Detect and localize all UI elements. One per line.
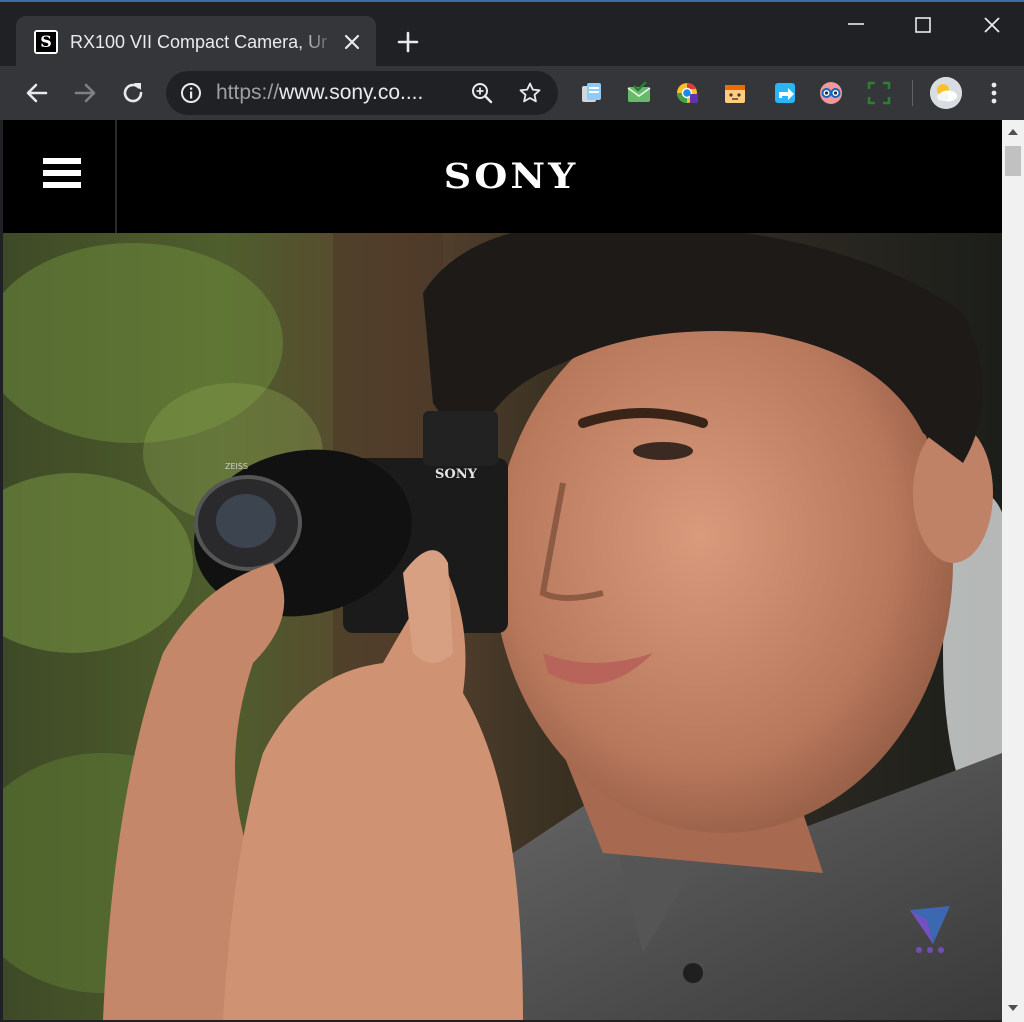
extension-chrome-shield-icon[interactable] bbox=[674, 80, 700, 106]
scroll-down-arrow-icon[interactable] bbox=[1002, 1000, 1024, 1016]
extension-screenshot-frame-icon[interactable] bbox=[866, 80, 892, 106]
arrow-right-icon[interactable] bbox=[70, 78, 100, 108]
hero-image: SONY ZEISS bbox=[3, 233, 1002, 1020]
header-divider bbox=[115, 120, 117, 233]
star-icon[interactable] bbox=[518, 81, 542, 105]
scroll-thumb[interactable] bbox=[1005, 146, 1021, 176]
minimize-window-icon[interactable] bbox=[836, 10, 876, 42]
zoom-icon[interactable] bbox=[470, 81, 494, 105]
hamburger-icon[interactable] bbox=[43, 158, 83, 190]
browser-titlebar: S RX100 VII Compact Camera, Ur bbox=[0, 0, 1024, 68]
profile-avatar[interactable] bbox=[930, 77, 962, 109]
close-window-icon[interactable] bbox=[972, 10, 1012, 42]
extension-mail-check-icon[interactable] bbox=[626, 80, 652, 106]
browser-toolbar: https://www.sony.co.... bbox=[0, 66, 1024, 120]
page-viewport: SONY SONY ZEISS bbox=[3, 120, 1002, 1020]
scroll-up-arrow-icon[interactable] bbox=[1002, 124, 1024, 140]
toolbar-separator bbox=[912, 80, 913, 106]
extension-clipboard-icon[interactable] bbox=[578, 80, 604, 106]
tab-title: RX100 VII Compact Camera, Ur bbox=[70, 32, 328, 52]
reload-icon[interactable] bbox=[118, 78, 148, 108]
sony-logo[interactable]: SONY bbox=[401, 155, 621, 196]
hero-photo-illustration: SONY ZEISS bbox=[3, 233, 1002, 1020]
extension-goggles-face-icon[interactable] bbox=[818, 80, 844, 106]
page-scrollbar[interactable] bbox=[1002, 120, 1024, 1022]
url-scheme: https:// bbox=[216, 81, 280, 104]
info-icon[interactable] bbox=[180, 82, 202, 104]
close-icon[interactable] bbox=[340, 30, 364, 54]
extension-share-arrow-icon[interactable] bbox=[772, 80, 798, 106]
sony-favicon: S bbox=[34, 30, 58, 54]
lens-brand: ZEISS bbox=[225, 462, 248, 471]
maximize-window-icon[interactable] bbox=[903, 10, 943, 42]
watermark-logo-icon bbox=[910, 906, 950, 953]
weather-avatar-icon bbox=[930, 77, 962, 109]
url-host: www.sony.co.... bbox=[279, 81, 424, 104]
site-header: SONY bbox=[3, 120, 1002, 233]
kebab-menu-icon[interactable] bbox=[982, 79, 1006, 107]
browser-tab-active[interactable]: S RX100 VII Compact Camera, Ur bbox=[16, 16, 376, 68]
plus-icon[interactable] bbox=[394, 28, 422, 56]
extension-box-face-icon[interactable] bbox=[722, 80, 748, 106]
camera-brand: SONY bbox=[435, 467, 478, 482]
url-text[interactable]: https://www.sony.co.... bbox=[216, 81, 444, 105]
address-bar[interactable]: https://www.sony.co.... bbox=[166, 71, 558, 115]
arrow-left-icon[interactable] bbox=[22, 78, 52, 108]
